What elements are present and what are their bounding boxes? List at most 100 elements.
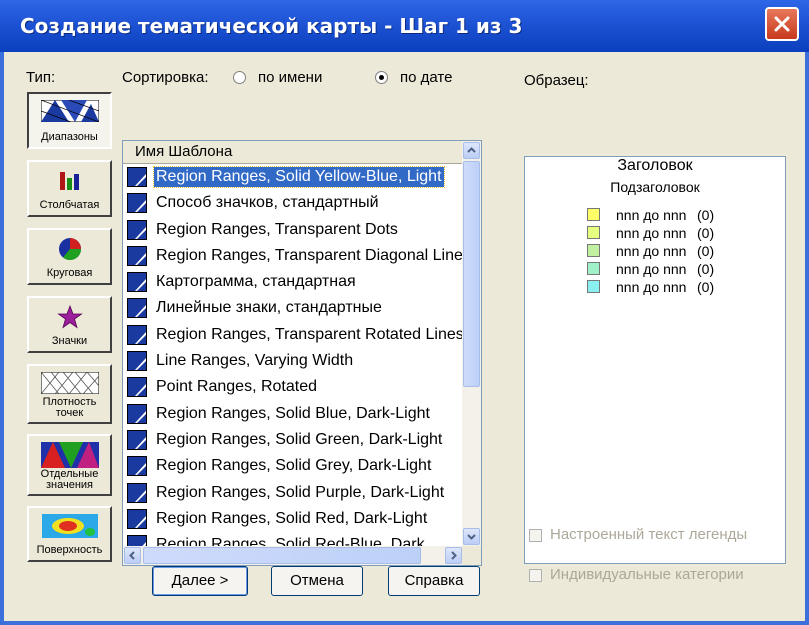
preview-label: Образец:	[524, 72, 589, 89]
custom-legend-checkbox[interactable]	[529, 529, 542, 542]
type-label-dot-density: Плотность точек	[42, 396, 97, 419]
type-label-bar: Столбчатая	[39, 199, 100, 211]
legend-text: nnn до nnn	[616, 225, 687, 241]
list-item[interactable]: Point Ranges, Rotated	[123, 374, 463, 400]
type-label-symbols: Значки	[51, 335, 88, 347]
legend-swatch	[587, 244, 600, 257]
list-item[interactable]: Region Ranges, Transparent Rotated Lines	[123, 322, 463, 348]
sort-label: Сортировка:	[122, 69, 209, 86]
scroll-down-button[interactable]	[463, 528, 480, 545]
type-button-ranges[interactable]: Диапазоны	[27, 92, 112, 149]
list-item-label: Region Ranges, Solid Purple, Dark-Light	[156, 483, 445, 501]
scrollbar-corner	[462, 546, 481, 565]
list-item[interactable]: Region Ranges, Solid Grey, Dark-Light	[123, 453, 463, 479]
list-item-label: Region Ranges, Transparent Dots	[156, 220, 398, 238]
legend-count: (0)	[697, 261, 715, 277]
legend-count: (0)	[697, 279, 715, 295]
list-item[interactable]: Способ значков, стандартный	[123, 190, 463, 216]
preview-panel: Заголовок Подзаголовок nnn до nnn (0) nnn …	[524, 156, 786, 564]
ranges-icon	[40, 100, 99, 122]
title-bar[interactable]: Создание тематической карты - Шаг 1 из 3	[0, 0, 809, 52]
list-item-label: Region Ranges, Solid Blue, Dark-Light	[156, 404, 430, 422]
legend-text: nnn до nnn	[616, 207, 687, 223]
sort-by-name-label[interactable]: по имени	[258, 69, 322, 86]
individual-categories-label: Индивидуальные категории	[550, 566, 744, 583]
template-icon	[127, 377, 147, 398]
vertical-scroll-thumb[interactable]	[463, 161, 480, 387]
type-button-dot-density[interactable]: Плотность точек	[27, 364, 112, 424]
chevron-up-icon	[467, 147, 476, 153]
list-item-label: Region Ranges, Solid Yellow-Blue, Light	[153, 166, 445, 188]
chevron-right-icon	[451, 551, 457, 560]
list-item-label: Region Ranges, Solid Green, Dark-Light	[156, 430, 443, 448]
list-item-label: Картограмма, стандартная	[156, 273, 356, 291]
close-icon	[774, 16, 790, 32]
list-item-label: Point Ranges, Rotated	[156, 378, 317, 396]
template-icon	[127, 272, 147, 293]
horizontal-scroll-thumb[interactable]	[143, 547, 421, 564]
list-item[interactable]: Region Ranges, Solid Blue, Dark-Light	[123, 401, 463, 427]
custom-legend-label: Настроенный текст легенды	[550, 526, 748, 543]
individual-categories-checkbox[interactable]	[529, 569, 542, 582]
pie-chart-icon	[58, 238, 81, 261]
sort-by-date-radio[interactable]	[375, 71, 388, 84]
dot-density-icon	[40, 372, 99, 394]
template-icon	[127, 429, 147, 450]
template-icon	[127, 298, 147, 319]
list-item[interactable]: Region Ranges, Transparent Diagonal Line…	[123, 243, 463, 269]
type-button-individual[interactable]: Отдельные значения	[27, 434, 112, 496]
template-icon	[127, 245, 147, 266]
legend-swatch	[587, 262, 600, 275]
type-button-surface[interactable]: Поверхность	[27, 506, 112, 562]
type-button-pie[interactable]: Круговая	[27, 228, 112, 285]
template-icon	[127, 167, 147, 187]
list-item[interactable]: Картограмма, стандартная	[123, 269, 463, 295]
legend-swatch	[587, 226, 600, 239]
sort-by-name-radio[interactable]	[233, 71, 246, 84]
template-icon	[127, 456, 147, 477]
scroll-up-button[interactable]	[463, 142, 480, 159]
list-item-label: Способ значков, стандартный	[156, 194, 379, 212]
type-label-individual: Отдельные значения	[40, 468, 99, 491]
scroll-left-button[interactable]	[124, 547, 141, 564]
sort-by-date-label[interactable]: по дате	[400, 69, 452, 86]
template-list[interactable]: Имя Шаблона Region Ranges, Solid Yellow-…	[122, 140, 482, 566]
type-button-symbols[interactable]: Значки	[27, 296, 112, 353]
chevron-left-icon	[129, 551, 135, 560]
template-icon	[127, 324, 147, 345]
list-item[interactable]: Region Ranges, Solid Yellow-Blue, Light	[123, 164, 463, 190]
legend-text: nnn до nnn	[616, 279, 687, 295]
type-label-pie: Круговая	[46, 267, 93, 279]
bar-chart-icon	[59, 172, 79, 190]
type-label: Тип:	[26, 69, 56, 86]
template-icon	[127, 219, 147, 240]
legend-count: (0)	[697, 207, 715, 223]
column-header-label: Имя Шаблона	[135, 143, 233, 160]
list-item[interactable]: Line Ranges, Varying Width	[123, 348, 463, 374]
list-item[interactable]: Линейные знаки, стандартные	[123, 295, 463, 321]
list-item[interactable]: Region Ranges, Solid Red, Dark-Light	[123, 506, 463, 532]
template-icon	[127, 193, 147, 214]
list-item-label: Region Ranges, Transparent Diagonal Line…	[156, 246, 463, 264]
type-label-surface: Поверхность	[36, 544, 103, 556]
preview-subtitle: Подзаголовок	[610, 179, 700, 195]
legend-text: nnn до nnn	[616, 243, 687, 259]
help-button[interactable]: Справка	[388, 566, 480, 596]
star-icon	[56, 304, 83, 329]
list-item[interactable]: Region Ranges, Solid Purple, Dark-Light	[123, 480, 463, 506]
cancel-button[interactable]: Отмена	[271, 566, 363, 596]
list-column-header[interactable]: Имя Шаблона	[123, 141, 463, 164]
close-button[interactable]	[765, 7, 799, 41]
list-item-label: Line Ranges, Varying Width	[156, 352, 354, 370]
type-button-bar[interactable]: Столбчатая	[27, 160, 112, 217]
vertical-scrollbar[interactable]	[462, 141, 481, 546]
scroll-right-button[interactable]	[445, 547, 462, 564]
list-item[interactable]: Region Ranges, Transparent Dots	[123, 217, 463, 243]
individual-values-icon	[40, 442, 99, 468]
type-label-ranges: Диапазоны	[41, 131, 98, 143]
next-button[interactable]: Далее >	[152, 566, 248, 596]
list-item[interactable]: Region Ranges, Solid Green, Dark-Light	[123, 427, 463, 453]
dialog-window: Создание тематической карты - Шаг 1 из 3…	[0, 0, 809, 625]
horizontal-scrollbar[interactable]	[123, 546, 463, 565]
template-icon	[127, 351, 147, 372]
